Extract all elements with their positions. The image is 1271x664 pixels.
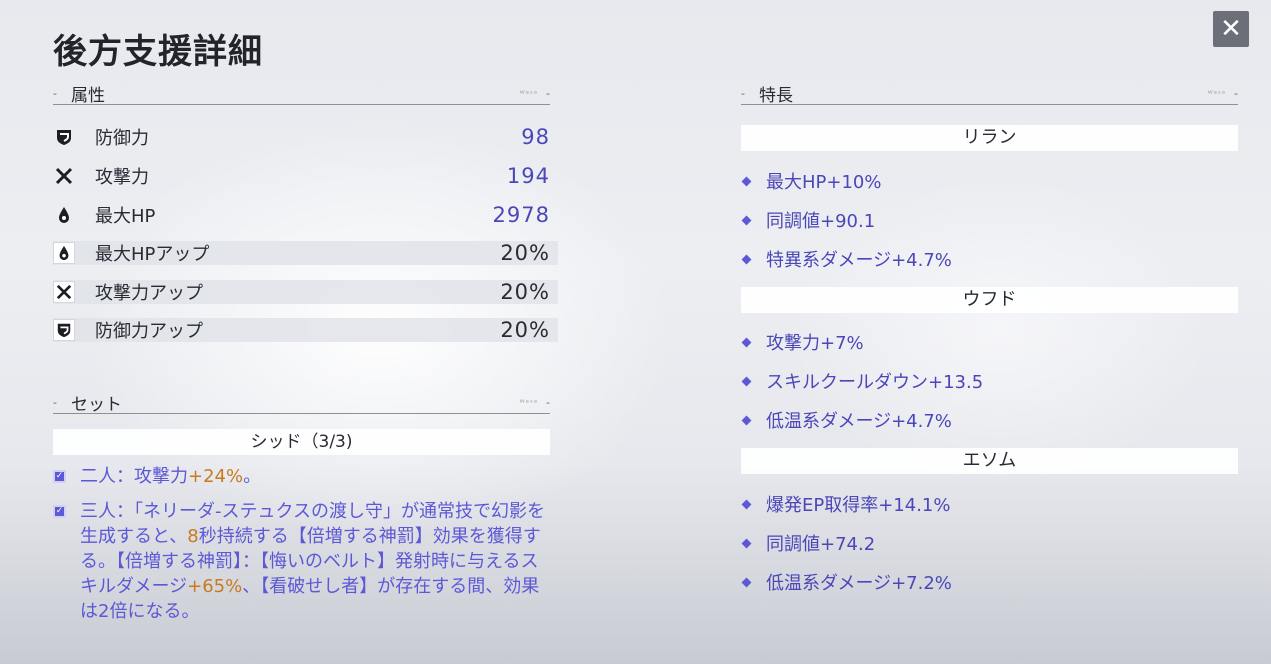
feature-item: 爆発EP取得率+14.1% [741,491,1238,517]
feature-item: 攻撃力+7% [741,329,1238,355]
features-section-header: - 特長 ᵂᵃˢᵃ - [741,81,1238,106]
stat-value: 98 [521,125,550,149]
features-header-label: 特長 [759,86,793,106]
set-bonus-two-text: 二人：攻撃力+24%。 [80,466,262,487]
set-bonus-two: ✓ 二人：攻撃力+24%。 [53,464,558,489]
feature-item: スキルクールダウン+13.5 [741,368,1238,394]
attributes-header-label: 属性 [71,86,105,106]
attributes-section-header: - 属性 ᵂᵃˢᵃ - [53,81,550,106]
set-bonus-three-text: 三人：「ネリーダ-ステュクスの渡し守」が通常技で幻影を生成すると、8秒持続する【… [80,501,545,622]
diamond-icon [741,254,752,264]
crossed-swords-icon [53,165,75,187]
stat-value: 20% [500,241,550,265]
stat-name: 最大HP [95,206,156,227]
drop-icon [53,204,75,226]
diamond-icon [741,499,752,509]
set-section-header: - セット ᵂᵃˢᵃ - [53,390,550,415]
diamond-icon [741,538,752,548]
set-header-label: セット [71,395,122,415]
diamond-icon [741,376,752,386]
close-button[interactable]: ✕ [1211,9,1251,49]
feature-item: 特異系ダメージ+4.7% [741,246,1238,272]
stat-name: 最大HPアップ [95,244,210,265]
feature-item: 低温系ダメージ+7.2% [741,569,1238,595]
set-bonus-three: ✓ 三人：「ネリーダ-ステュクスの渡し守」が通常技で幻影を生成すると、8秒持続す… [53,499,553,624]
feature-item: 同調値+90.1 [741,207,1238,233]
feature-item: 最大HP+10% [741,168,1238,194]
diamond-icon [741,176,752,186]
feature-item: 低温系ダメージ+4.7% [741,407,1238,433]
diamond-icon [741,415,752,425]
stat-row-max-hp: 最大HP 2978 [53,203,558,227]
shield-icon [53,319,75,341]
support-detail-page: 後方支援詳細 ✕ - 属性 ᵂᵃˢᵃ - 防御力 98 攻撃力 194 最大HP… [0,0,1271,664]
diamond-icon [741,215,752,225]
stat-row-max-hp-up: 最大HPアップ 20% [53,241,558,265]
stat-name: 攻撃力 [95,167,149,188]
stat-value: 20% [500,318,550,342]
stat-row-attack-up: 攻撃力アップ 20% [53,280,558,304]
drop-icon [53,242,75,264]
feature-group-header: ウフド [741,287,1238,313]
stat-value: 2978 [492,203,550,227]
stat-name: 防御力 [95,128,149,149]
stat-value: 194 [506,164,550,188]
feature-item: 同調値+74.2 [741,530,1238,556]
stat-value: 20% [500,280,550,304]
close-icon: ✕ [1220,14,1242,44]
stat-row-defense: 防御力 98 [53,125,558,149]
diamond-icon [741,337,752,347]
page-title: 後方支援詳細 [53,32,263,72]
diamond-icon [741,577,752,587]
feature-group-header: リラン [741,125,1238,151]
crossed-swords-icon [53,281,75,303]
check-icon: ✓ [53,505,66,518]
check-icon: ✓ [53,470,66,483]
stat-name: 防御力アップ [95,321,203,342]
stat-row-defense-up: 防御力アップ 20% [53,318,558,342]
shield-icon [53,126,75,148]
set-name: シッド（3/3) [53,429,550,455]
feature-group-header: エソム [741,448,1238,474]
stat-row-attack: 攻撃力 194 [53,164,558,188]
stat-name: 攻撃力アップ [95,283,203,304]
